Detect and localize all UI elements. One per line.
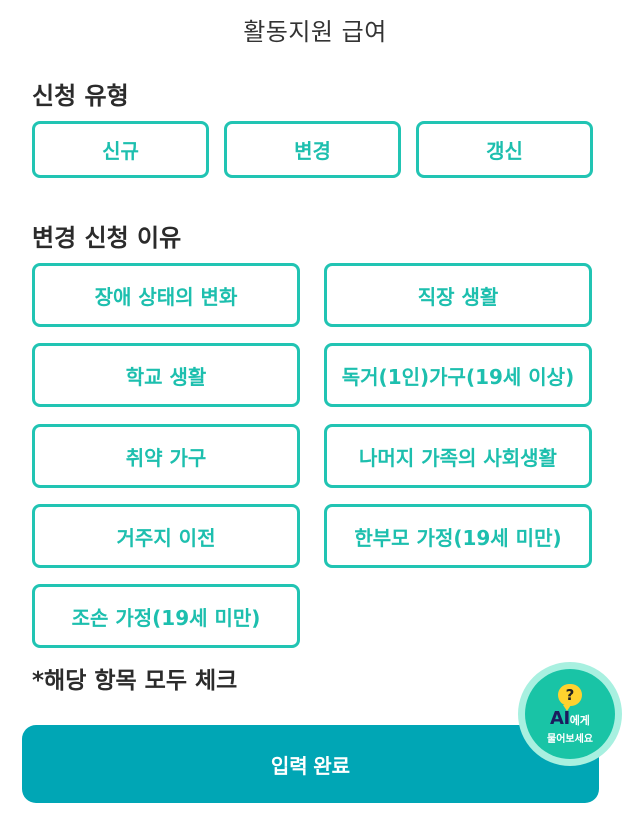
reason-option-single-household[interactable]: 독거(1인)가구(19세 이상) xyxy=(324,343,592,407)
type-option-new[interactable]: 신규 xyxy=(32,121,209,178)
reason-option-disability-change[interactable]: 장애 상태의 변화 xyxy=(32,263,300,327)
reason-option-grandparent-family[interactable]: 조손 가정(19세 미만) xyxy=(32,584,300,648)
type-option-renewal[interactable]: 갱신 xyxy=(416,121,593,178)
ai-helper-subtitle: 물어보세요 xyxy=(547,733,593,745)
reason-option-work-life[interactable]: 직장 생활 xyxy=(324,263,592,327)
ai-brand-label: AI xyxy=(550,707,570,729)
question-mark-icon: ? xyxy=(558,683,582,711)
application-type-title: 신청 유형 xyxy=(32,82,129,110)
reason-option-family-social-life[interactable]: 나머지 가족의 사회생활 xyxy=(324,424,592,488)
ai-helper-heading: AI 에게 xyxy=(550,708,590,729)
ai-helper-badge: ? AI 에게 물어보세요 xyxy=(525,669,615,759)
type-option-change[interactable]: 변경 xyxy=(224,121,401,178)
change-reason-title: 변경 신청 이유 xyxy=(32,224,182,252)
submit-button[interactable]: 입력 완료 xyxy=(22,725,599,803)
reason-option-school-life[interactable]: 학교 생활 xyxy=(32,343,300,407)
ai-suffix-label: 에게 xyxy=(569,713,590,727)
reason-option-vulnerable-household[interactable]: 취약 가구 xyxy=(32,424,300,488)
reason-option-single-parent[interactable]: 한부모 가정(19세 미만) xyxy=(324,504,592,568)
check-all-note: *해당 항목 모두 체크 xyxy=(32,668,238,694)
reason-option-relocation[interactable]: 거주지 이전 xyxy=(32,504,300,568)
ai-helper-button[interactable]: ? AI 에게 물어보세요 xyxy=(518,662,622,766)
page-title: 활동지원 급여 xyxy=(243,18,387,46)
